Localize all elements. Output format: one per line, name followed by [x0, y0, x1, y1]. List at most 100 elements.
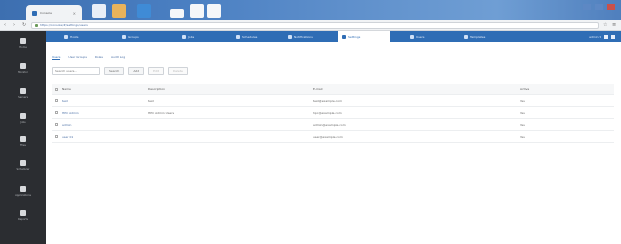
lock-icon: [35, 23, 38, 27]
sidebar-item-scheduler[interactable]: Scheduler: [0, 155, 46, 175]
tab-schedules[interactable]: Schedules: [232, 31, 261, 42]
menu-icon[interactable]: ≡: [612, 22, 617, 28]
table-row[interactable]: admin admin@example.com Yes: [52, 119, 614, 131]
logout-icon[interactable]: [611, 34, 615, 39]
cell-active: Yes: [520, 98, 525, 103]
apps-icon: [20, 185, 26, 192]
cell-email: hpc@example.com: [313, 110, 342, 115]
search-input[interactable]: [52, 67, 100, 75]
cell-name[interactable]: user 01: [59, 135, 145, 139]
sidebar-item-files[interactable]: Files: [0, 131, 46, 151]
cell-name[interactable]: HPC Admin: [59, 111, 145, 115]
sidebar-item-jobs[interactable]: Jobs: [0, 108, 46, 128]
sidebar-item-label: Files: [20, 143, 26, 147]
cell-active: Yes: [520, 110, 525, 115]
column-header-email[interactable]: E-mail: [310, 87, 517, 91]
template-icon: [464, 34, 468, 39]
bell-icon: [288, 34, 292, 39]
window-controls: [583, 4, 615, 10]
back-button[interactable]: ‹: [4, 22, 9, 28]
user-menu[interactable]: admin ▾: [589, 31, 615, 42]
top-navigation: Hosts Groups Jobs Schedules Notification…: [46, 31, 621, 42]
column-header-active[interactable]: Active: [517, 87, 614, 91]
jobs-icon: [182, 34, 186, 39]
tab-groups[interactable]: Groups: [118, 31, 143, 42]
table-row[interactable]: test test test@example.com Yes: [52, 95, 614, 107]
tab-label: Schedules: [242, 34, 258, 39]
cell-name[interactable]: admin: [59, 123, 145, 127]
folder-icon: [20, 135, 26, 142]
browser-tab[interactable]: Console ×: [26, 5, 82, 21]
select-all-checkbox[interactable]: [52, 87, 59, 91]
browser-tab-strip: Console ×: [0, 0, 621, 21]
sidebar-item-monitor[interactable]: Monitor: [0, 58, 46, 78]
sidebar-item-applications[interactable]: Applications: [0, 181, 46, 201]
delete-button[interactable]: Delete: [167, 67, 188, 75]
sidebar-item-label: Scheduler: [16, 167, 30, 171]
server-icon: [20, 87, 26, 94]
sidebar-item-label: Servers: [18, 95, 28, 99]
tab-label: Notifications: [294, 34, 313, 39]
sidebar-item-label: Applications: [15, 193, 31, 197]
close-window-button[interactable]: [607, 4, 615, 10]
star-icon[interactable]: ☆: [603, 22, 608, 28]
table-row[interactable]: user 01 user@example.com Yes: [52, 131, 614, 143]
favicon-icon: [32, 10, 37, 16]
cell-description: HPC Admin Users: [148, 110, 175, 115]
cell-description: test: [148, 98, 154, 103]
sidebar-item-servers[interactable]: Servers: [0, 83, 46, 103]
sidebar-item-label: Jobs: [20, 120, 26, 124]
column-header-name[interactable]: Name: [59, 87, 145, 91]
tab-settings[interactable]: Settings: [338, 31, 390, 42]
users-table: Name Description E-mail Active test test…: [52, 84, 614, 143]
subtab-roles[interactable]: Roles: [95, 55, 103, 60]
tab-hosts[interactable]: Hosts: [60, 31, 82, 42]
groups-icon: [122, 34, 126, 39]
tab-templates[interactable]: Templates: [460, 31, 489, 42]
add-button[interactable]: Add: [128, 67, 145, 75]
schedules-icon: [236, 34, 240, 39]
minimize-button[interactable]: [583, 4, 591, 10]
sidebar-item-home[interactable]: Home: [0, 33, 46, 53]
close-tab-icon[interactable]: ×: [73, 11, 76, 16]
row-checkbox[interactable]: [52, 123, 59, 126]
cell-name[interactable]: test: [59, 99, 145, 103]
search-button[interactable]: Search: [104, 67, 125, 75]
forward-button[interactable]: ›: [13, 22, 18, 28]
cell-active: Yes: [520, 134, 525, 139]
tab-label: Users: [416, 34, 425, 39]
tab-jobs[interactable]: Jobs: [178, 31, 198, 42]
subtab-audit-log[interactable]: Audit Log: [111, 55, 125, 60]
cell-email: test@example.com: [313, 98, 343, 103]
reports-icon: [20, 209, 26, 216]
tab-users[interactable]: Users: [406, 31, 428, 42]
tab-label: Settings: [348, 34, 361, 39]
table-header-row: Name Description E-mail Active: [52, 84, 614, 95]
row-checkbox[interactable]: [52, 135, 59, 138]
clock-icon: [20, 159, 26, 166]
action-bar: Search Add Edit Delete: [52, 67, 188, 75]
row-checkbox[interactable]: [52, 99, 59, 102]
hosts-icon: [64, 34, 68, 39]
main-content: Users User Groups Roles Audit Log Search…: [46, 42, 621, 244]
maximize-button[interactable]: [595, 4, 603, 10]
notifications-icon[interactable]: [604, 34, 608, 39]
reload-button[interactable]: ↻: [22, 22, 27, 28]
tab-notifications[interactable]: Notifications: [284, 31, 317, 42]
address-bar[interactable]: https://console/#/settings/users: [31, 21, 599, 29]
subtab-user-groups[interactable]: User Groups: [68, 55, 87, 60]
sidebar-item-reports[interactable]: Reports: [0, 205, 46, 225]
tab-label: Groups: [128, 34, 139, 39]
browser-toolbar: ‹ › ↻ https://console/#/settings/users ☆…: [0, 20, 621, 31]
subtab-users[interactable]: Users: [52, 55, 61, 60]
column-header-description[interactable]: Description: [145, 87, 310, 91]
table-row[interactable]: HPC Admin HPC Admin Users hpc@example.co…: [52, 107, 614, 119]
address-text: https://console/#/settings/users: [40, 23, 88, 27]
edit-button[interactable]: Edit: [148, 67, 164, 75]
user-menu-label: admin ▾: [589, 34, 601, 39]
cell-email: admin@example.com: [313, 122, 346, 127]
row-checkbox[interactable]: [52, 111, 59, 114]
tab-label: Jobs: [188, 34, 195, 39]
browser-tab-title: Console: [40, 11, 52, 15]
jobs-icon: [20, 112, 26, 119]
